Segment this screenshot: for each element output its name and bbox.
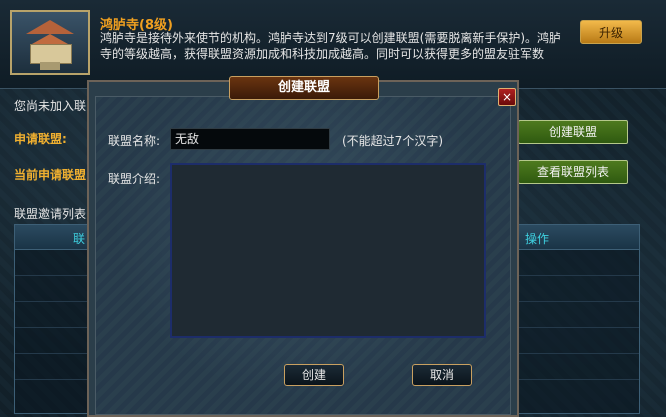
view-alliance-list-button[interactable]: 查看联盟列表 (518, 160, 628, 184)
confirm-create-button[interactable]: 创建 (284, 364, 344, 386)
close-icon[interactable]: × (498, 88, 516, 106)
building-thumbnail-icon (10, 10, 90, 75)
alliance-status-text: 您尚未加入联 (14, 99, 87, 113)
apply-alliance-label: 申请联盟: (14, 132, 67, 146)
cancel-button[interactable]: 取消 (412, 364, 472, 386)
alliance-intro-label: 联盟介绍: (108, 172, 161, 186)
alliance-name-hint: (不能超过7个汉字) (342, 134, 443, 148)
create-alliance-button[interactable]: 创建联盟 (518, 120, 628, 144)
current-apply-label: 当前申请联盟 (14, 168, 87, 182)
invite-list-label: 联盟邀请列表 (14, 207, 87, 221)
column-header-alliance: 联 (73, 232, 86, 246)
column-header-action: 操作 (525, 232, 550, 246)
building-description: 鸿胪寺是接待外来使节的机构。鸿胪寺达到7级可以创建联盟(需要脱离新手保护)。鸿胪… (100, 31, 562, 61)
dialog-title: 创建联盟 (229, 76, 379, 100)
alliance-name-label: 联盟名称: (108, 134, 161, 148)
upgrade-button[interactable]: 升级 (580, 20, 642, 44)
alliance-intro-textarea[interactable] (170, 163, 486, 338)
alliance-name-input[interactable]: 无敌 (170, 128, 330, 150)
